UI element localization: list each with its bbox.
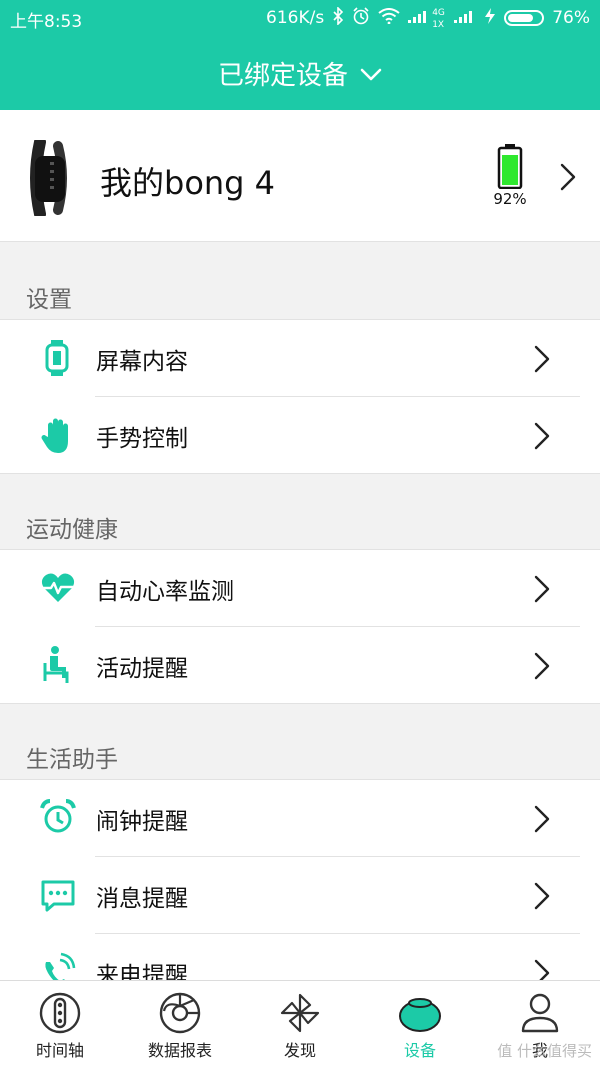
- settings-group: 屏幕内容 手势控制: [0, 319, 600, 474]
- tab-data-report[interactable]: 数据报表: [120, 981, 240, 1067]
- signal-icon: [454, 8, 476, 28]
- tab-device[interactable]: 设备: [360, 981, 480, 1067]
- device-name: 我的bong 4: [100, 164, 276, 202]
- tab-label: 设备: [403, 1041, 436, 1060]
- menu-item-label: 消息提醒: [96, 886, 188, 912]
- section-title-settings: 设置: [26, 287, 72, 313]
- hand-gesture-icon: [40, 415, 76, 455]
- menu-item-label: 闹钟提醒: [96, 809, 188, 835]
- fitness-band-icon: [24, 136, 74, 220]
- menu-item-screen-content[interactable]: 屏幕内容: [0, 320, 600, 397]
- signal-4g-icon: 4G 1X: [408, 8, 446, 30]
- tab-label: 发现: [283, 1041, 316, 1060]
- network-speed: 616K/s: [266, 8, 325, 28]
- watch-screen-icon: [40, 338, 76, 378]
- chevron-right-icon: [532, 881, 552, 915]
- menu-item-label: 自动心率监测: [96, 579, 234, 605]
- heart-rate-icon: [40, 568, 76, 608]
- status-time: 上午8:53: [10, 12, 83, 32]
- sitting-person-icon: [40, 645, 76, 685]
- profile-icon: [518, 991, 562, 1035]
- chevron-right-icon: [532, 421, 552, 455]
- menu-item-auto-heart-rate[interactable]: 自动心率监测: [0, 550, 600, 627]
- alarm-icon: [352, 7, 370, 29]
- tab-label: 数据报表: [147, 1041, 212, 1060]
- status-bar: 上午8:53 616K/s 4G 1X 76%: [0, 0, 600, 36]
- section-title-life-assistant: 生活助手: [26, 747, 118, 773]
- small-1x-label: 1X: [432, 20, 445, 30]
- device-battery-percent: 92%: [493, 190, 527, 208]
- timeline-icon: [38, 991, 82, 1035]
- menu-item-label: 活动提醒: [96, 656, 188, 682]
- status-right: 616K/s 4G 1X 76%: [266, 6, 590, 30]
- device-selector-header[interactable]: 已绑定设备: [0, 36, 600, 110]
- tab-discover[interactable]: 发现: [240, 981, 360, 1067]
- charging-icon: [484, 7, 496, 29]
- health-group: 自动心率监测 活动提醒: [0, 549, 600, 704]
- watermark: 值 什么值得买: [497, 1042, 592, 1060]
- tab-label: 时间轴: [35, 1041, 84, 1060]
- menu-item-activity-reminder[interactable]: 活动提醒: [0, 627, 600, 704]
- device-icon: [398, 991, 442, 1035]
- tab-timeline[interactable]: 时间轴: [0, 981, 120, 1067]
- alarm-clock-icon: [40, 798, 76, 838]
- battery-percent: 76%: [552, 8, 590, 28]
- chevron-right-icon: [532, 804, 552, 838]
- section-title-health: 运动健康: [26, 517, 118, 543]
- menu-item-message-reminder[interactable]: 消息提醒: [0, 857, 600, 934]
- device-battery-fill: [502, 155, 518, 185]
- battery-icon: [504, 10, 545, 26]
- menu-item-label: 手势控制: [96, 426, 188, 452]
- life-assistant-group: 闹钟提醒 消息提醒 来电提醒: [0, 779, 600, 989]
- device-battery-icon: [490, 143, 530, 193]
- data-report-icon: [158, 991, 202, 1035]
- chevron-down-icon: [360, 62, 382, 84]
- chevron-right-icon[interactable]: [558, 162, 578, 196]
- chevron-right-icon: [532, 574, 552, 608]
- message-icon: [40, 875, 76, 915]
- pinwheel-icon: [278, 991, 322, 1035]
- menu-item-alarm-reminder[interactable]: 闹钟提醒: [0, 780, 600, 857]
- chevron-right-icon: [532, 651, 552, 685]
- page-title: 已绑定设备: [217, 60, 348, 91]
- menu-item-label: 屏幕内容: [96, 349, 188, 375]
- wifi-icon: [378, 8, 400, 28]
- chevron-right-icon: [532, 344, 552, 378]
- menu-item-gesture-control[interactable]: 手势控制: [0, 397, 600, 474]
- bluetooth-icon: [332, 6, 344, 29]
